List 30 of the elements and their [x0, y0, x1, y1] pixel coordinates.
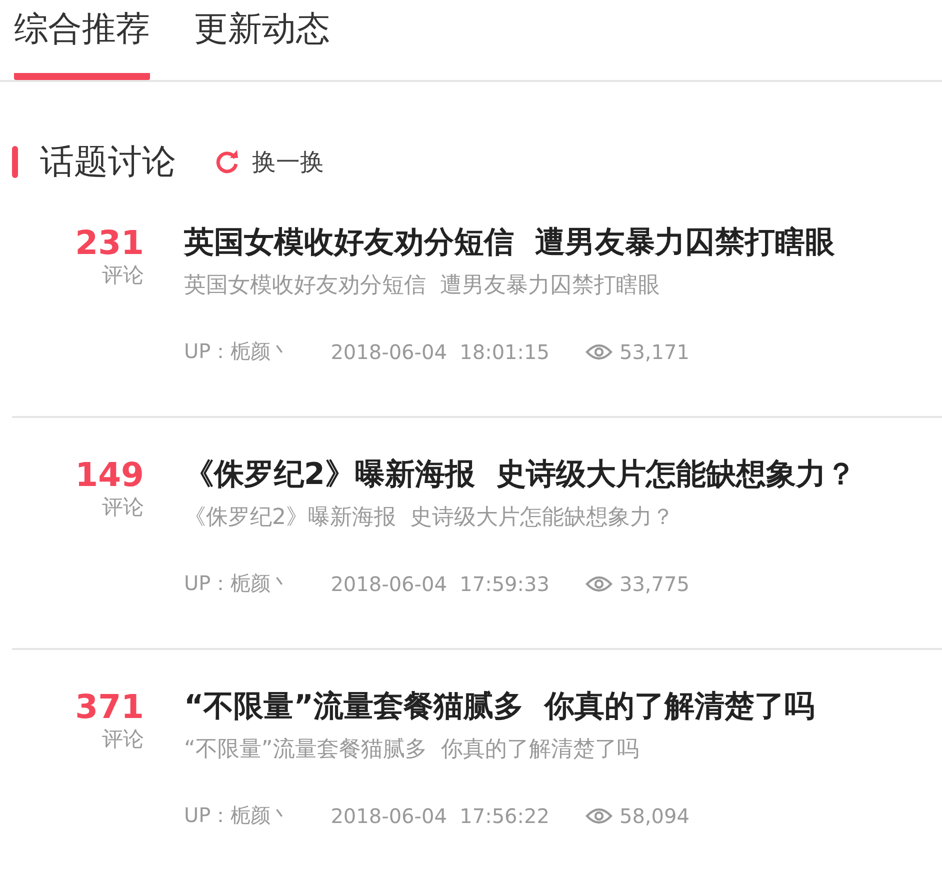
post-time: 2018-06-04 17:56:22: [330, 804, 550, 828]
topic-title[interactable]: 英国女模收好友劝分短信 遭男友暴力囚禁打瞎眼: [184, 224, 835, 262]
view-count: 53,171: [619, 340, 690, 364]
section-marker: [12, 146, 18, 178]
refresh-icon: [214, 149, 240, 175]
eye-icon: [585, 342, 614, 360]
eye-icon: [585, 806, 614, 824]
topic-title[interactable]: 《侏罗纪2》曝新海报 史诗级大片怎能缺想象力？: [184, 456, 856, 494]
section-title: 话题讨论: [40, 141, 176, 184]
topic-title[interactable]: “不限量”流量套餐猫腻多 你真的了解清楚了吗: [184, 688, 814, 726]
comment-label: 评论: [102, 262, 144, 288]
eye-icon: [585, 574, 614, 592]
topic-summary: “不限量”流量套餐猫腻多 你真的了解清楚了吗: [184, 736, 640, 764]
comment-label: 评论: [102, 494, 144, 520]
topic-summary: 《侏罗纪2》曝新海报 史诗级大片怎能缺想象力？: [184, 504, 675, 532]
refresh-button[interactable]: 换一换: [214, 146, 324, 178]
tab[interactable]: 更新动态: [194, 0, 330, 80]
topic-summary: 英国女模收好友劝分短信 遭男友暴力囚禁打瞎眼: [184, 272, 661, 300]
author: UP：栀颜丶: [184, 338, 291, 365]
post-time: 2018-06-04 18:01:15: [330, 340, 550, 364]
view-count: 58,094: [619, 804, 690, 828]
view-count: 33,775: [619, 572, 690, 596]
comment-count: 231: [75, 224, 144, 262]
author: UP：栀颜丶: [184, 570, 291, 597]
comment-count: 371: [75, 688, 144, 726]
comment-label: 评论: [102, 726, 144, 752]
author: UP：栀颜丶: [184, 802, 291, 829]
post-time: 2018-06-04 17:59:33: [330, 572, 550, 596]
comment-count: 149: [75, 456, 144, 494]
tab[interactable]: 综合推荐: [14, 0, 150, 80]
